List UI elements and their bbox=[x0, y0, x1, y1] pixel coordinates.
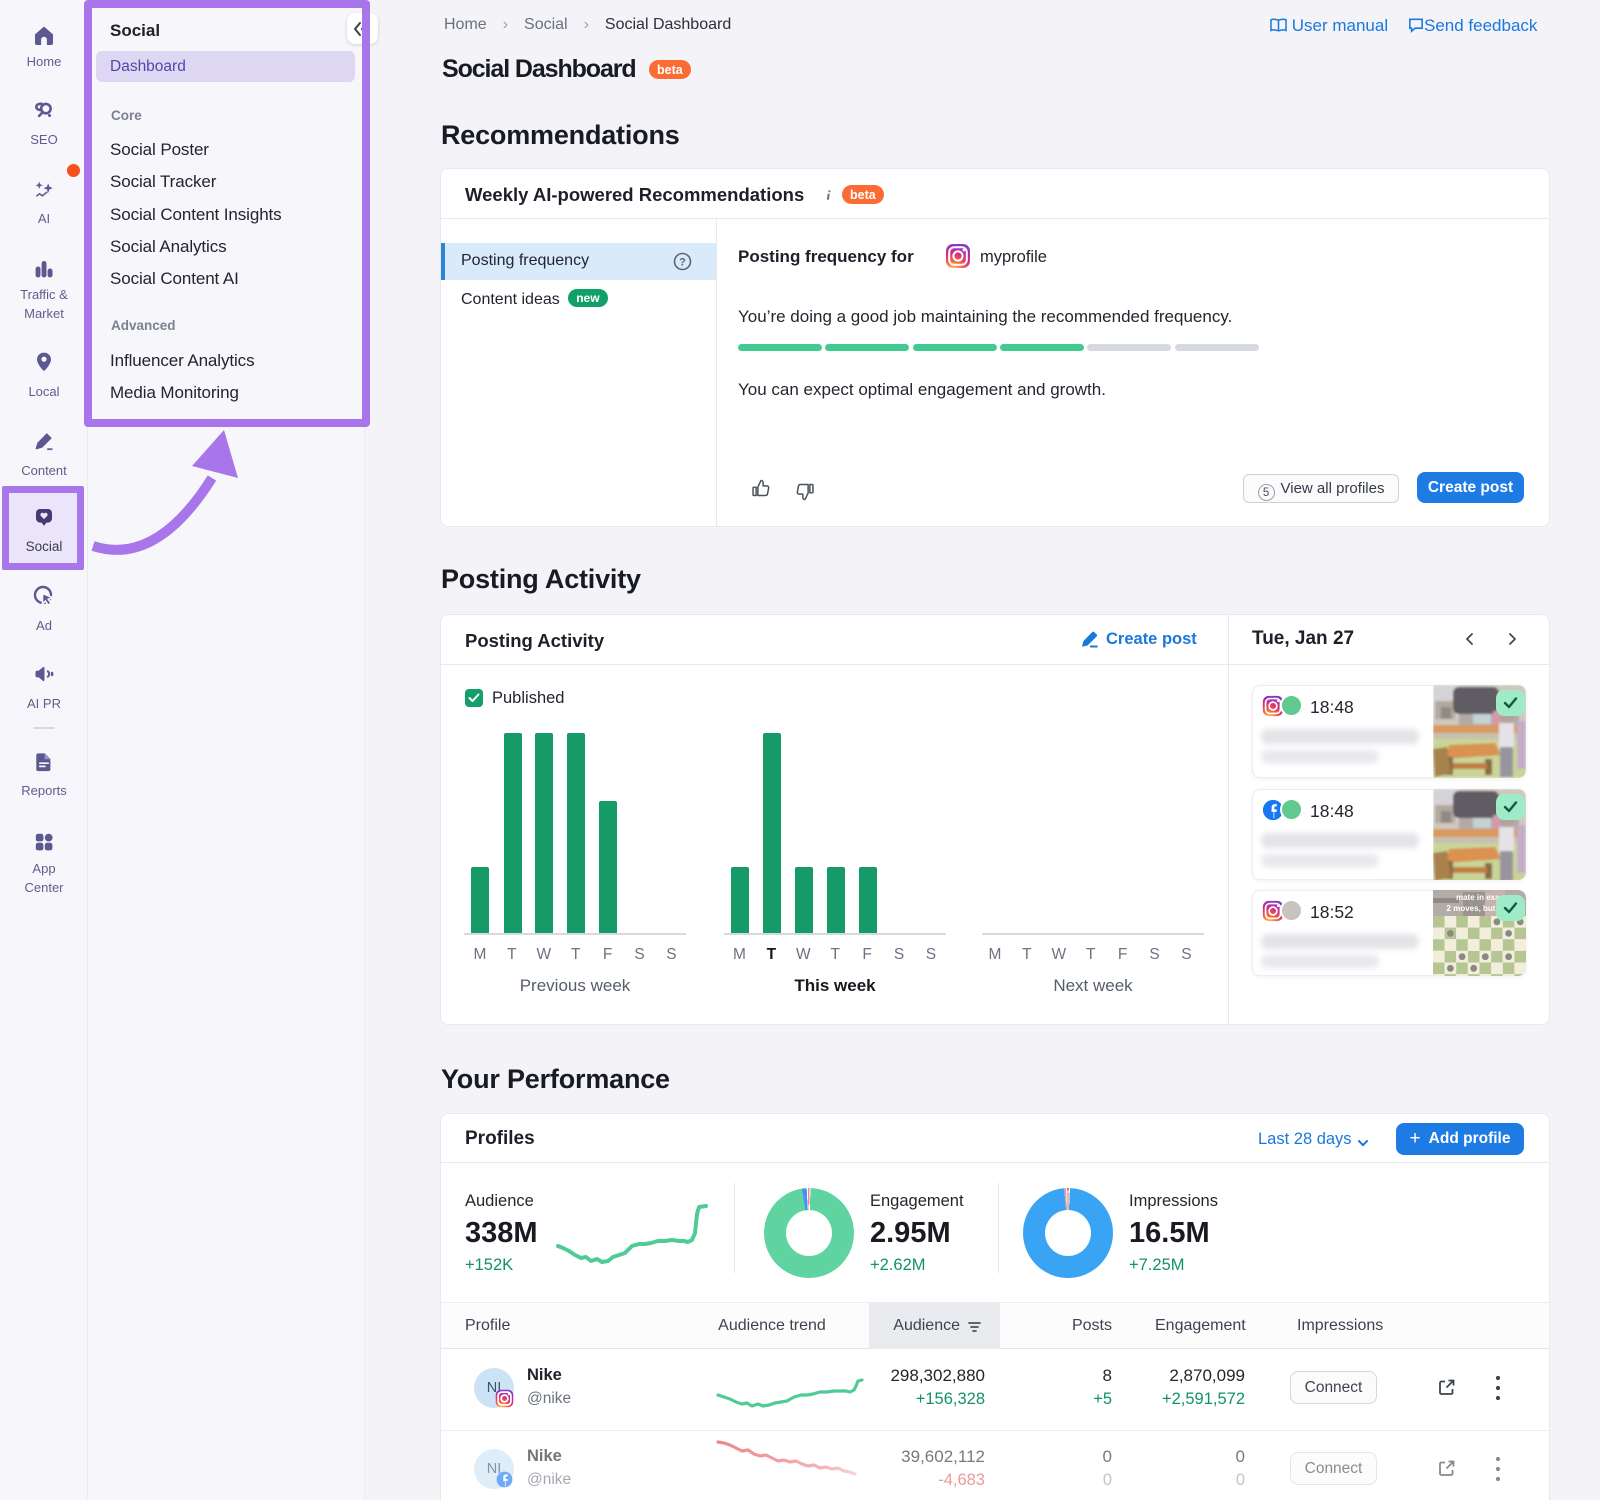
svg-text:?: ? bbox=[679, 256, 686, 268]
